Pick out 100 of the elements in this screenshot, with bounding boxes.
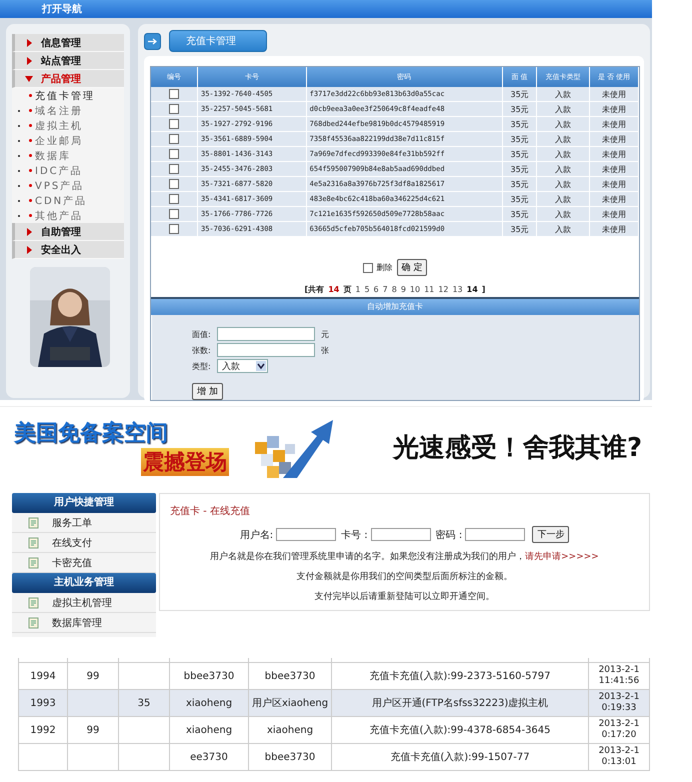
date-cell: 2013-2-1 <box>598 665 640 675</box>
input-field[interactable] <box>465 528 526 541</box>
triangle-right-icon <box>25 38 33 46</box>
table-cell: bbee3730 <box>264 752 316 762</box>
checkbox[interactable] <box>169 209 179 219</box>
field-label: 用户名: <box>240 528 274 542</box>
table-cell: 99 <box>86 724 100 736</box>
menu-item[interactable]: 企业邮局 <box>35 134 83 148</box>
menu-section[interactable]: 站点管理 <box>12 52 124 70</box>
bullet-icon <box>29 109 32 112</box>
bullet-icon <box>29 124 32 127</box>
menu-item[interactable]: 域名注册 <box>35 104 83 118</box>
table-cell: 1992 <box>30 724 56 736</box>
document-icon <box>28 616 40 628</box>
page-count-label: [共有 <box>304 284 324 295</box>
bullet-icon <box>29 184 32 187</box>
checkbox[interactable] <box>169 134 179 144</box>
input-field[interactable] <box>370 528 431 541</box>
table-cell: xiaoheng <box>186 724 232 736</box>
table-cell: 入款 <box>536 87 590 102</box>
table-cell: ee3730 <box>190 752 228 762</box>
menu-item[interactable]: 虚拟主机 <box>35 118 83 132</box>
input-field[interactable] <box>217 327 315 341</box>
time-cell: 0:19:33 <box>602 703 636 713</box>
checkbox[interactable] <box>169 119 179 129</box>
confirm-button[interactable]: 确 定 <box>396 259 428 276</box>
menu-section[interactable]: 产品管理 <box>12 70 124 88</box>
table-cell: 入款 <box>536 146 590 162</box>
table-cell: 35元 <box>502 176 537 192</box>
page-link[interactable]: 11 <box>424 285 434 294</box>
page-link[interactable]: 12 <box>438 285 448 294</box>
field-label: 类型: <box>192 360 212 372</box>
table-cell: xiaoheng <box>266 724 314 736</box>
table-cell: 充值卡充值(入款):99-4378-6854-3645 <box>369 725 551 736</box>
checkbox[interactable] <box>169 89 179 99</box>
table-cell: 未使用 <box>589 132 638 146</box>
menu-item[interactable]: 充值卡管理 <box>35 88 95 102</box>
sidebar-item[interactable]: 虚拟主机管理 <box>12 593 156 613</box>
menu-section[interactable]: 自助管理 <box>12 223 124 241</box>
triangle-down-icon <box>25 74 33 82</box>
bullet-icon <box>29 169 32 172</box>
navigation-toggle[interactable]: 打开导航 <box>42 2 82 16</box>
add-button[interactable]: 增 加 <box>192 383 223 400</box>
input-field[interactable] <box>217 343 315 357</box>
sidebar-item[interactable]: 数据库管理 <box>12 613 156 633</box>
page-link[interactable]: 5 <box>364 285 370 294</box>
date-cell: 2013-2-1 <box>598 692 640 702</box>
table-cell: 入款 <box>536 162 590 176</box>
table-cell: 入款 <box>536 116 590 132</box>
menu-item[interactable]: IDC产品 <box>35 164 83 178</box>
document-icon <box>28 556 40 568</box>
menu-item[interactable]: VPS产品 <box>35 178 84 192</box>
note-text: 用户名就是你在我们管理系统里申请的名字。如果您没有注册成为我们的用户，请先申请>>>>> <box>209 550 600 563</box>
page-count: 14 <box>328 285 340 294</box>
table-cell: bbee3730 <box>184 670 234 682</box>
page-link[interactable]: 8 <box>392 285 397 294</box>
date-cell: 2013-2-1 <box>598 719 640 729</box>
page-link[interactable]: 10 <box>410 285 420 294</box>
page-link[interactable]: 9 <box>400 285 406 294</box>
table-cell: 未使用 <box>589 116 638 132</box>
document-icon <box>28 596 40 608</box>
table-cell: 99 <box>86 670 100 682</box>
table-cell: xiaoheng <box>186 698 232 708</box>
next-button[interactable]: 下一步 <box>532 526 570 543</box>
type-dropdown[interactable]: 入款 <box>217 359 268 373</box>
sidebar-item[interactable]: 服务工单 <box>12 513 156 533</box>
table-cell: 入款 <box>536 192 590 206</box>
page-link[interactable]: 13 <box>452 285 463 294</box>
bullet-icon <box>29 94 32 97</box>
apply-link[interactable]: 请先申请>>>>> <box>525 552 599 562</box>
table-cell: 充值卡充值(入款):99-1507-77 <box>390 752 530 763</box>
checkbox[interactable] <box>169 164 179 174</box>
unit-label: 元 <box>321 328 329 340</box>
arrow-right-icon[interactable] <box>144 32 161 50</box>
checkbox[interactable] <box>362 262 373 272</box>
checkbox[interactable] <box>169 104 179 114</box>
menu-section[interactable]: 信息管理 <box>12 34 124 52</box>
breadcrumb: 充值卡 - 在线充值 <box>170 504 251 518</box>
menu-section-label: 安全出入 <box>41 243 81 256</box>
page-link[interactable]: 14 <box>466 285 478 294</box>
triangle-right-icon <box>25 246 33 254</box>
menu-item[interactable]: 数据库 <box>35 148 71 162</box>
table-cell: 未使用 <box>589 222 638 236</box>
checkbox[interactable] <box>169 194 179 204</box>
menu-item[interactable]: CDN产品 <box>35 194 88 208</box>
menu-section-label: 站点管理 <box>41 54 81 68</box>
checkbox[interactable] <box>169 179 179 189</box>
menu-item[interactable]: 其他产品 <box>35 208 83 222</box>
menu-section[interactable]: 安全出入 <box>12 241 124 259</box>
sidebar-item[interactable]: 在线支付 <box>12 533 156 553</box>
page-link[interactable]: 6 <box>374 285 379 294</box>
input-field[interactable] <box>276 528 336 541</box>
table-cell: 未使用 <box>589 206 638 222</box>
checkbox[interactable] <box>169 224 179 234</box>
time-cell: 0:17:20 <box>602 730 636 740</box>
page-link[interactable]: 1 <box>355 285 360 294</box>
checkbox[interactable] <box>169 149 179 159</box>
table-cell: 未使用 <box>589 146 638 162</box>
page-link[interactable]: 7 <box>382 285 388 294</box>
table-cell: 用户区xiaoheng <box>252 698 328 709</box>
